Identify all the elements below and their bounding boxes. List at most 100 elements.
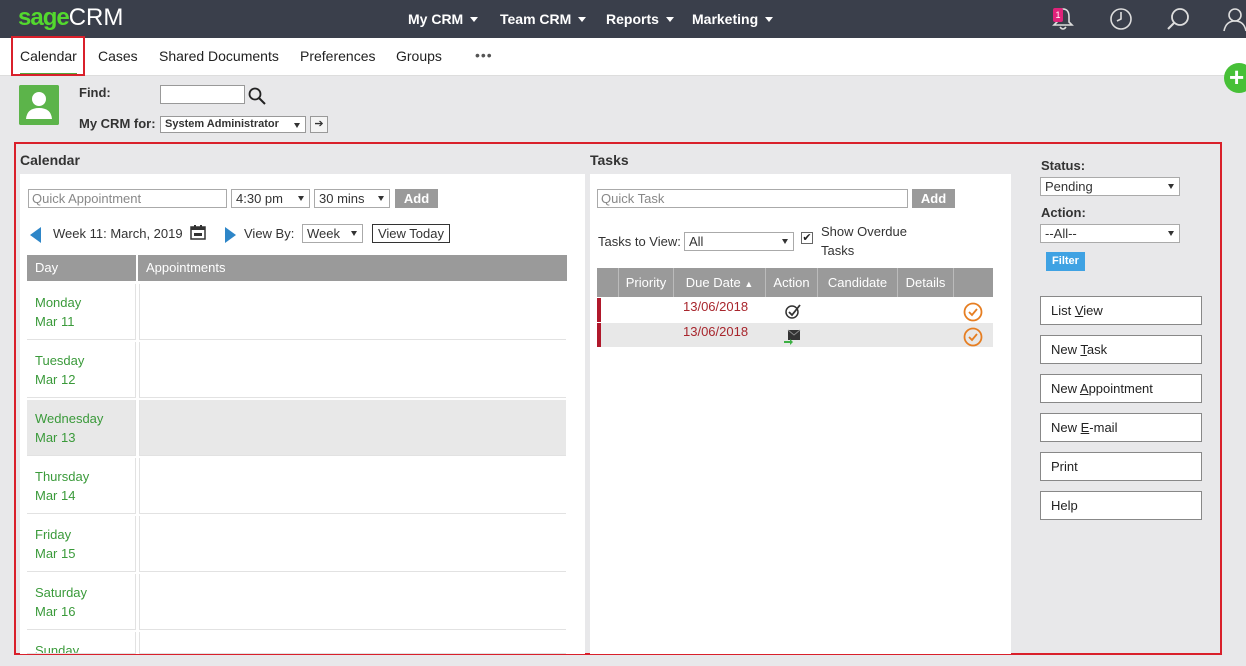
add-task-button[interactable]: Add: [912, 189, 955, 208]
top-bar: sageCRM My CRM Team CRM Reports Marketin…: [0, 0, 1246, 38]
overdue-marker: [597, 323, 601, 347]
tasks-to-view-label: Tasks to View:: [598, 234, 681, 249]
week-label: Week 11: March, 2019: [53, 226, 183, 241]
tasks-to-view-select[interactable]: All: [684, 232, 794, 251]
print-button[interactable]: Print: [1040, 452, 1202, 481]
previous-week-icon[interactable]: [30, 227, 41, 243]
label-part: New: [1051, 342, 1081, 357]
go-button[interactable]: ➔: [310, 116, 328, 133]
table-row[interactable]: 13/06/2018: [597, 298, 993, 322]
add-appointment-button[interactable]: Add: [395, 189, 438, 208]
appointments-cell[interactable]: [139, 516, 566, 572]
task-due-date[interactable]: 13/06/2018: [683, 299, 748, 314]
priority-column-header[interactable]: Priority: [619, 268, 674, 297]
day-date: Mar 11: [35, 314, 75, 329]
day-date: Mar 13: [35, 430, 76, 445]
task-due-date[interactable]: 13/06/2018: [683, 324, 748, 339]
day-cell-wednesday[interactable]: Wednesday Mar 13: [27, 400, 136, 456]
appointments-cell[interactable]: [139, 342, 566, 398]
details-column-header[interactable]: Details: [898, 268, 954, 297]
calendar-picker-icon[interactable]: [190, 225, 206, 240]
notification-badge: 1: [1053, 8, 1063, 22]
day-column-header: Day: [27, 255, 136, 281]
help-button[interactable]: Help: [1040, 491, 1202, 520]
day-name: Wednesday: [35, 411, 104, 426]
time-select[interactable]: 4:30 pm: [231, 189, 310, 208]
appointments-cell[interactable]: [139, 400, 566, 456]
clock-icon[interactable]: [1108, 6, 1134, 32]
action-column-header[interactable]: Action: [766, 268, 818, 297]
day-name: Tuesday: [35, 353, 85, 368]
nav-my-crm-label: My CRM: [408, 11, 464, 27]
tab-bar: Calendar Cases Shared Documents Preferen…: [0, 38, 1246, 76]
label-accesskey: A: [1079, 381, 1089, 396]
appointments-cell[interactable]: [139, 574, 566, 630]
complete-task-icon[interactable]: [963, 302, 983, 322]
user-icon[interactable]: [1222, 6, 1246, 32]
next-week-icon[interactable]: [225, 227, 236, 243]
calendar-title: Calendar: [20, 152, 80, 168]
tab-cases[interactable]: Cases: [98, 38, 138, 76]
nav-my-crm[interactable]: My CRM: [408, 0, 479, 38]
chevron-down-icon: [765, 16, 774, 22]
chevron-down-icon: [470, 16, 479, 22]
new-email-button[interactable]: New E-mail: [1040, 413, 1202, 442]
view-by-select[interactable]: Week: [302, 224, 363, 243]
new-appointment-button[interactable]: New Appointment: [1040, 374, 1202, 403]
day-cell-tuesday[interactable]: Tuesday Mar 12: [27, 342, 136, 398]
logo-sage-text: sage: [18, 4, 70, 31]
appointments-cell[interactable]: [139, 632, 566, 654]
user-select[interactable]: System Administrator: [160, 116, 306, 133]
status-select-value: Pending: [1045, 179, 1093, 194]
find-label: Find:: [79, 85, 111, 100]
day-cell-monday[interactable]: Monday Mar 11: [27, 284, 136, 340]
status-select[interactable]: Pending: [1040, 177, 1180, 196]
view-today-button[interactable]: View Today: [372, 224, 450, 243]
overdue-marker: [597, 298, 601, 322]
new-task-button[interactable]: New Task: [1040, 335, 1202, 364]
nav-marketing[interactable]: Marketing: [692, 0, 774, 38]
show-overdue-checkbox[interactable]: ✔: [801, 232, 813, 244]
search-icon[interactable]: [1166, 6, 1192, 32]
chevron-down-icon: [1168, 184, 1174, 189]
tab-groups[interactable]: Groups: [396, 38, 442, 76]
tab-highlight-box: [11, 36, 85, 76]
day-cell-sunday[interactable]: Sunday: [27, 632, 136, 654]
table-row[interactable]: 13/06/2018: [597, 323, 993, 347]
duration-select[interactable]: 30 mins: [314, 189, 390, 208]
action-select[interactable]: --All--: [1040, 224, 1180, 243]
day-name: Thursday: [35, 469, 90, 484]
search-icon[interactable]: [248, 87, 266, 105]
day-cell-thursday[interactable]: Thursday Mar 14: [27, 458, 136, 514]
nav-reports[interactable]: Reports: [606, 0, 674, 38]
find-input[interactable]: [160, 85, 245, 104]
avatar: [19, 85, 59, 125]
day-date: Mar 12: [35, 372, 76, 387]
quick-appointment-input[interactable]: Quick Appointment: [28, 189, 227, 208]
nav-team-crm-label: Team CRM: [500, 11, 572, 27]
due-date-header-label: Due Date: [685, 275, 741, 290]
add-new-icon[interactable]: +: [1224, 63, 1246, 93]
appointments-cell[interactable]: [139, 284, 566, 340]
complete-task-icon[interactable]: [963, 327, 983, 347]
day-name: Friday: [35, 527, 72, 542]
more-tabs-button[interactable]: •••: [475, 38, 493, 74]
nav-team-crm[interactable]: Team CRM: [500, 0, 587, 38]
list-view-button[interactable]: List View: [1040, 296, 1202, 325]
show-overdue-label: Show Overdue Tasks: [821, 224, 907, 258]
candidate-column-header[interactable]: Candidate: [818, 268, 898, 297]
chevron-down-icon: [351, 231, 357, 236]
tab-preferences[interactable]: Preferences: [300, 38, 375, 76]
day-cell-friday[interactable]: Friday Mar 15: [27, 516, 136, 572]
view-by-label: View By:: [244, 226, 295, 241]
appointments-cell[interactable]: [139, 458, 566, 514]
day-cell-saturday[interactable]: Saturday Mar 16: [27, 574, 136, 630]
due-date-column-header[interactable]: Due Date ▲: [674, 268, 766, 297]
filter-button[interactable]: Filter: [1046, 252, 1085, 271]
nav-reports-label: Reports: [606, 11, 659, 27]
quick-task-input[interactable]: Quick Task: [597, 189, 908, 208]
tab-shared-documents[interactable]: Shared Documents: [159, 38, 279, 76]
nav-marketing-label: Marketing: [692, 11, 759, 27]
sage-crm-logo[interactable]: sageCRM: [18, 4, 123, 32]
chevron-down-icon: [378, 196, 384, 201]
